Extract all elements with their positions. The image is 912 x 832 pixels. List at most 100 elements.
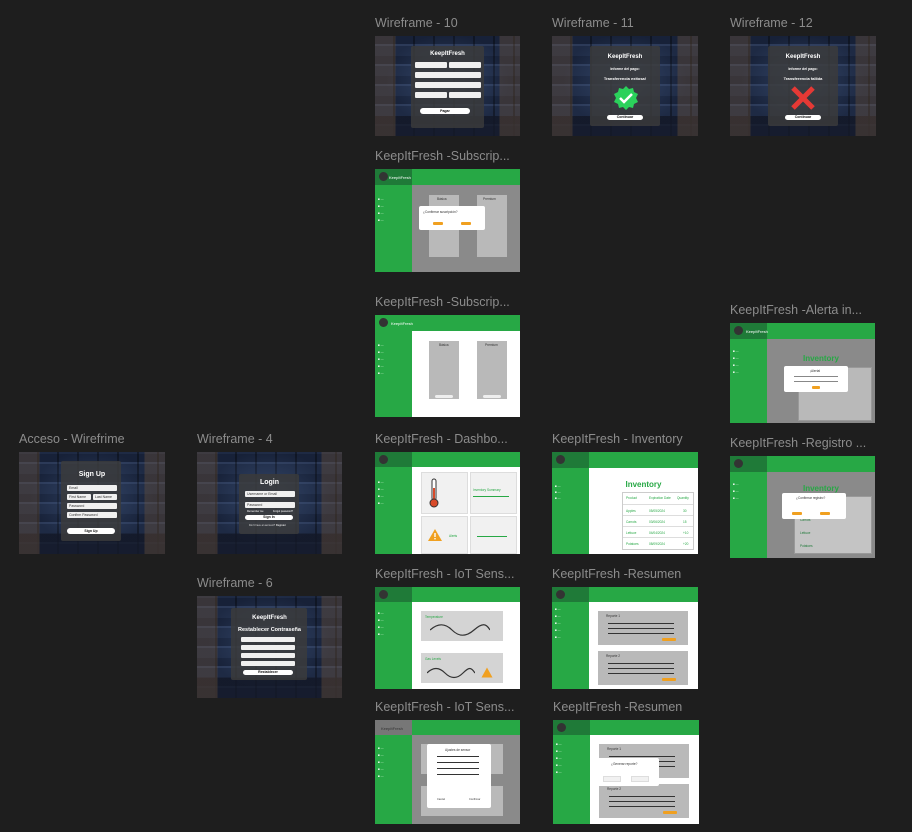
frame-wireframe-11[interactable]: Wireframe - 11 KeepItFresh Informe del p… — [552, 16, 698, 136]
email-field[interactable]: Email — [67, 485, 117, 491]
frame-subscription[interactable]: KeepItFresh -Subscrip... KeepItFresh ———… — [375, 295, 520, 417]
thumbnail: KeepItFresh Informe del pago: Transferen… — [730, 36, 876, 136]
brand-label: KeepItFresh — [389, 175, 411, 180]
thumbnail: ———— Inventory Summary Alerts — [375, 452, 520, 554]
plan-basic: Básica — [439, 343, 449, 347]
frame-inventory[interactable]: KeepItFresh - Inventory ——— Inventory Pr… — [552, 432, 698, 554]
logo-icon — [379, 455, 388, 464]
frame-label: Wireframe - 6 — [197, 576, 273, 590]
alert-title: ¡Alerta! — [810, 369, 821, 373]
no-account-text: Don't have an account? — [249, 524, 276, 527]
generate-report-text: ¿Generar reporte? — [611, 762, 638, 766]
logo-icon — [379, 172, 388, 181]
confirm-button[interactable]: Confirmar — [469, 798, 480, 801]
frame-label: KeepItFresh -Resumen — [552, 567, 682, 581]
frame-label: KeepItFresh - Inventory — [552, 432, 683, 446]
payment-info: Informe del pago: — [788, 67, 818, 71]
frame-iot-sensors[interactable]: KeepItFresh - IoT Sens... ———— Temperatu… — [375, 567, 520, 689]
col-quantity: Quantity — [677, 496, 689, 500]
warning-icon — [428, 529, 442, 541]
thumbnail: ——— Inventory Carrots Lettuce Potatoes ¿… — [730, 456, 875, 558]
continue-button[interactable]: Continuar — [785, 115, 821, 120]
frame-subscription-confirm[interactable]: KeepItFresh -Subscrip... KeepItFresh ———… — [375, 149, 520, 272]
pay-button[interactable]: Pagar — [420, 108, 470, 114]
username-field[interactable]: Username or Email — [245, 491, 295, 497]
thumbnail: KeepItFresh ————— Ajustes de sensor Canc… — [375, 720, 520, 824]
frame-iot-settings[interactable]: KeepItFresh - IoT Sens... KeepItFresh ——… — [375, 700, 520, 824]
logo-icon — [379, 590, 388, 599]
signup-button[interactable]: Sign Up — [67, 528, 115, 534]
thumbnail: ———— Temperature Gas Levels — [375, 587, 520, 689]
password-field[interactable]: Password — [67, 503, 117, 509]
logo-icon — [734, 326, 743, 335]
report-1-button[interactable] — [662, 638, 676, 641]
reset-field-3[interactable] — [241, 653, 295, 658]
frame-label: KeepItFresh - IoT Sens... — [375, 567, 515, 581]
signup-title: Sign Up — [78, 471, 106, 478]
login-title: Login — [259, 479, 280, 486]
continue-button[interactable]: Continuar — [607, 115, 643, 120]
first-name-field[interactable]: First Name — [67, 494, 91, 500]
plan-premium-button[interactable] — [483, 395, 501, 398]
thumbnail: KeepItFresh ———— Inventory ¡Alerta! — [730, 323, 875, 423]
alert-ok-button[interactable] — [812, 386, 820, 389]
register-link[interactable]: Register — [276, 524, 286, 527]
thumbnail: KeepItFresh Informe del pago: Transferen… — [552, 36, 698, 136]
frame-label: Acceso - Wirefrime — [19, 432, 125, 446]
frame-registro[interactable]: KeepItFresh -Registro ... ——— Inventory … — [730, 436, 875, 558]
inventory-title: Inventory — [802, 484, 839, 493]
settings-title: Ajustes de sensor — [445, 748, 471, 752]
reset-field-4[interactable] — [241, 661, 295, 666]
password-field[interactable]: Password — [245, 502, 295, 508]
thumbnail: ————— Reporte 1 Reporte 2 — [552, 587, 698, 689]
confirm-yes-button[interactable] — [433, 222, 443, 225]
frame-wireframe-10[interactable]: Wireframe - 10 KeepItFresh Pagar — [375, 16, 520, 136]
confirm-no-button[interactable] — [461, 222, 471, 225]
confirm-yes-button[interactable] — [603, 776, 621, 782]
report-2-button[interactable] — [662, 678, 676, 681]
frame-resumen-confirm[interactable]: KeepItFresh -Resumen ————— Reporte 1 Rep… — [553, 700, 699, 824]
reset-field-2[interactable] — [241, 645, 295, 650]
frame-label: KeepItFresh -Alerta in... — [730, 303, 863, 317]
col-product: Product — [626, 496, 637, 500]
frame-label: Wireframe - 4 — [197, 432, 273, 446]
frame-label: Wireframe - 11 — [552, 16, 634, 30]
confirm-text: ¿Confirmar suscripción? — [423, 210, 458, 214]
confirm-password-field[interactable]: Confirm Password — [67, 512, 117, 518]
payment-failed: Transferencia fallida — [783, 76, 823, 81]
frame-wireframe-12[interactable]: Wireframe - 12 KeepItFresh Informe del p… — [730, 16, 876, 136]
reset-field-1[interactable] — [241, 637, 295, 642]
confirm-no-button[interactable] — [631, 776, 649, 782]
remember-me[interactable]: Remember me — [247, 510, 264, 513]
frame-label: KeepItFresh -Subscrip... — [375, 295, 510, 309]
frame-wireframe-4[interactable]: Wireframe - 4 Login Username or Email Pa… — [197, 432, 342, 554]
frame-acceso[interactable]: Acceso - Wirefrime Sign Up Email First N… — [19, 432, 165, 554]
frame-label: KeepItFresh - IoT Sens... — [375, 700, 515, 714]
last-name-field[interactable]: Last Name — [93, 494, 117, 500]
logo-icon — [734, 459, 743, 468]
inventory-summary: Inventory Summary — [473, 488, 501, 492]
thumbnail: ————— Reporte 1 Reporte 2 ¿Generar repor… — [553, 720, 699, 824]
logo-icon — [556, 590, 565, 599]
confirm-no-button[interactable] — [820, 512, 830, 515]
frame-resumen[interactable]: KeepItFresh -Resumen ————— Reporte 1 Rep… — [552, 567, 698, 689]
thumbnail: KeepItFresh ————— Básica Premium — [375, 315, 520, 417]
warning-icon — [481, 667, 493, 678]
frame-dashboard[interactable]: KeepItFresh - Dashbo... ———— Inventory S… — [375, 432, 520, 554]
frame-wireframe-6[interactable]: Wireframe - 6 KeepItFresh Restablecer Co… — [197, 576, 342, 698]
signin-button[interactable]: Sign In — [245, 515, 293, 520]
inventory-table: Product Expiration Date Quantity Apples 0… — [622, 492, 694, 550]
brand-title: KeepItFresh — [607, 54, 643, 60]
frame-label: Wireframe - 12 — [730, 16, 813, 30]
thermometer-icon — [429, 478, 439, 508]
thumbnail: KeepItFresh Restablecer Contraseña Resta… — [197, 596, 342, 698]
cancel-button[interactable]: Cancel — [437, 798, 445, 801]
reset-button[interactable]: Restablecer — [243, 670, 293, 675]
logo-icon — [379, 318, 388, 327]
forgot-link[interactable]: Forgot password? — [273, 510, 293, 513]
confirm-yes-button[interactable] — [792, 512, 802, 515]
frame-alerta[interactable]: KeepItFresh -Alerta in... KeepItFresh ——… — [730, 303, 875, 423]
logo-icon — [557, 723, 566, 732]
table-row[interactable]: Potatoes 08/09/2024 +20 — [623, 537, 693, 549]
plan-basic-button[interactable] — [435, 395, 453, 398]
